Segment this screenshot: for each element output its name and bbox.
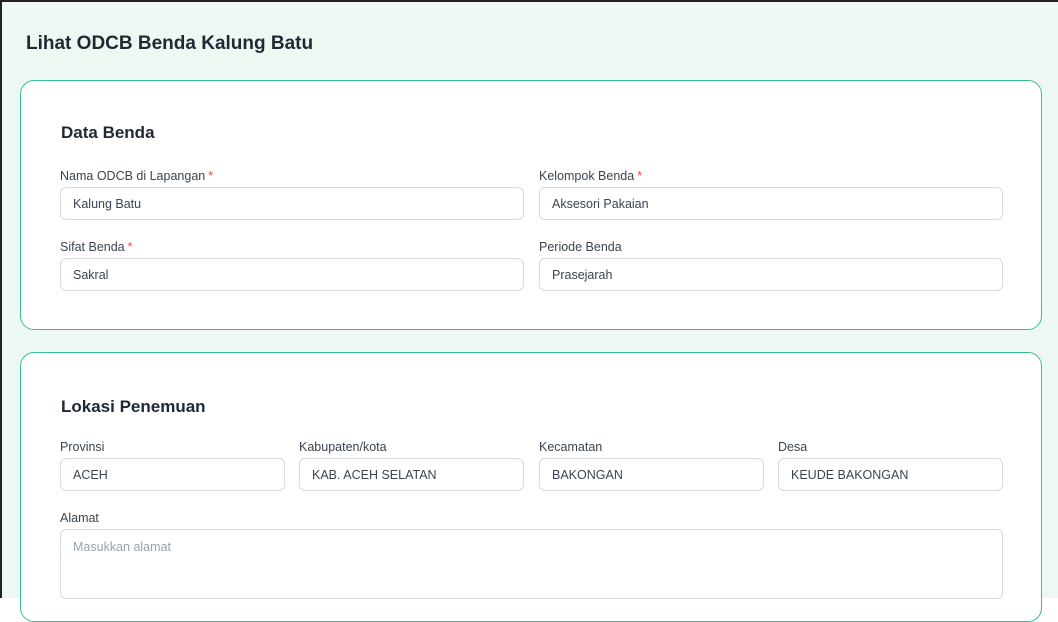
page-title: Lihat ODCB Benda Kalung Batu	[26, 33, 314, 54]
data-benda-card: Data Benda Nama ODCB di Lapangan* Kelomp…	[20, 80, 1042, 330]
lokasi-section-title: Lokasi Penemuan	[61, 397, 206, 416]
nama-odcb-label-text: Nama ODCB di Lapangan	[60, 169, 206, 183]
desa-label: Desa	[778, 440, 808, 454]
lokasi-penemuan-card: Lokasi Penemuan Provinsi Kabupaten/kota …	[20, 352, 1042, 622]
kelompok-benda-input[interactable]	[539, 187, 1003, 220]
provinsi-input[interactable]	[60, 458, 285, 491]
nama-odcb-input[interactable]	[60, 187, 524, 220]
page-frame: Lihat ODCB Benda Kalung Batu Data Benda …	[0, 0, 1058, 622]
kelompok-benda-label: Kelompok Benda *	[539, 168, 642, 184]
kabupaten-kota-label: Kabupaten/kota	[299, 440, 387, 454]
sifat-benda-label: Sifat Benda *	[60, 239, 133, 255]
kecamatan-input[interactable]	[539, 458, 764, 491]
periode-benda-label-text: Periode Benda	[539, 240, 622, 254]
alamat-textarea[interactable]	[60, 529, 1003, 599]
required-mark: *	[208, 169, 214, 183]
provinsi-label: Provinsi	[60, 440, 105, 454]
periode-benda-label: Periode Benda	[539, 239, 622, 255]
required-mark: *	[637, 169, 643, 183]
sifat-benda-input[interactable]	[60, 258, 524, 291]
required-mark: *	[127, 240, 133, 254]
periode-benda-input[interactable]	[539, 258, 1003, 291]
data-benda-section-title: Data Benda	[61, 123, 155, 142]
kelompok-benda-label-text: Kelompok Benda	[539, 169, 635, 183]
nama-odcb-label: Nama ODCB di Lapangan *	[60, 168, 213, 184]
kabupaten-kota-input[interactable]	[299, 458, 524, 491]
desa-input[interactable]	[778, 458, 1003, 491]
kecamatan-label: Kecamatan	[539, 440, 603, 454]
sifat-benda-label-text: Sifat Benda	[60, 240, 125, 254]
alamat-label: Alamat	[60, 511, 99, 525]
